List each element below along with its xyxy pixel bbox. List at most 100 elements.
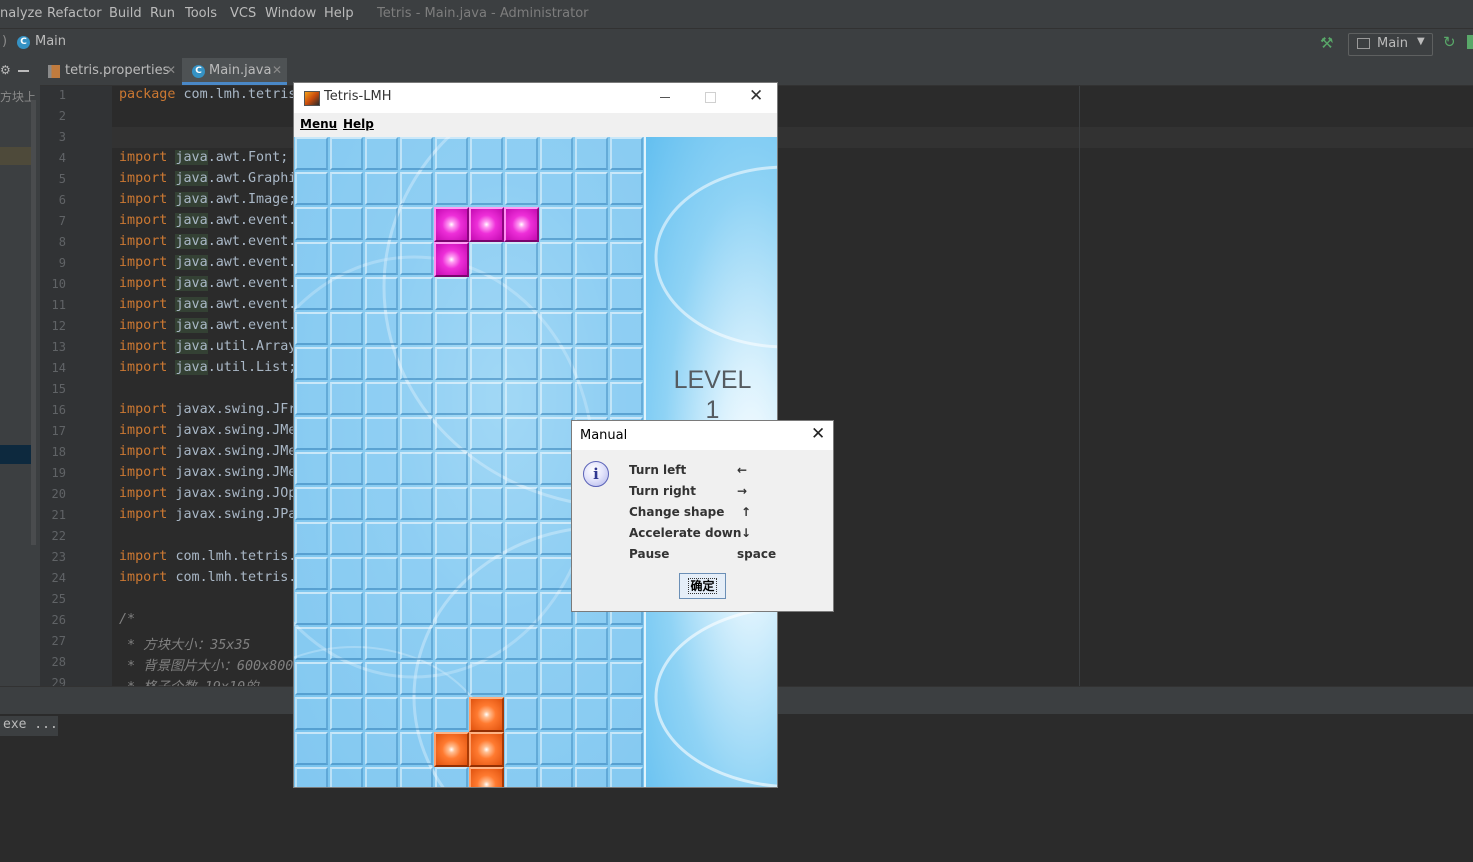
board-cell	[330, 382, 363, 415]
manual-key: ←	[737, 463, 748, 477]
board-cell	[400, 557, 433, 590]
board-cell	[365, 417, 398, 450]
board-cell	[575, 172, 608, 205]
dialog-titlebar[interactable]: Manual ✕	[572, 421, 833, 450]
board-cell	[575, 627, 608, 660]
close-icon[interactable]: ✕	[811, 424, 825, 444]
menu-refactor[interactable]: Refactor	[47, 6, 102, 21]
board-cell	[295, 452, 328, 485]
board-cell	[400, 662, 433, 695]
minimize-icon[interactable]	[18, 70, 29, 72]
manual-dialog[interactable]: Manual ✕ i Turn left ← Turn right → Chan…	[571, 420, 834, 612]
board-cell	[330, 697, 363, 730]
build-hammer-icon[interactable]: ⚒	[1320, 34, 1333, 52]
board-cell	[365, 452, 398, 485]
pink-block	[504, 207, 539, 242]
board-cell	[295, 487, 328, 520]
board-cell	[470, 662, 503, 695]
board-cell	[365, 522, 398, 555]
code-line: import javax.swing.JMe	[119, 465, 297, 480]
line-number: 19	[51, 466, 66, 480]
line-number: 3	[58, 130, 66, 144]
board-cell	[505, 557, 538, 590]
board-cell	[575, 242, 608, 275]
board-cell	[470, 277, 503, 310]
menu-help[interactable]: Help	[324, 6, 354, 21]
code-line: import com.lmh.tetris.	[119, 570, 297, 585]
run-config-dropdown[interactable]: Main ▼	[1348, 33, 1433, 56]
board-cell	[505, 347, 538, 380]
tab-tetris-properties[interactable]: tetris.properties ✕	[40, 58, 180, 85]
board-cell	[540, 172, 573, 205]
orange-block	[469, 697, 504, 732]
code-line: import java.awt.event.	[119, 213, 297, 228]
menu-tools[interactable]: Tools	[185, 6, 217, 21]
board-cell	[295, 207, 328, 240]
board-cell	[330, 207, 363, 240]
board-cell	[575, 662, 608, 695]
ok-button[interactable]: 确定	[679, 573, 726, 599]
close-icon[interactable]: ✕	[272, 63, 282, 77]
board-cell	[400, 452, 433, 485]
board-cell	[330, 522, 363, 555]
class-icon: C	[17, 36, 30, 49]
board-cell	[540, 767, 573, 787]
line-number: 1	[58, 88, 66, 102]
menu-vcs[interactable]: VCS	[230, 6, 256, 21]
board-cell	[400, 277, 433, 310]
menu-build[interactable]: Build	[109, 6, 142, 21]
board-cell	[330, 767, 363, 787]
board-cell	[470, 452, 503, 485]
menu-run[interactable]: Run	[150, 6, 175, 21]
board-cell	[505, 767, 538, 787]
board-cell	[610, 137, 643, 170]
board-cell	[295, 732, 328, 765]
project-tool-strip: ⚙ 方块上	[0, 58, 40, 686]
board-cell	[540, 697, 573, 730]
board-cell	[575, 277, 608, 310]
console-text: exe ...	[3, 717, 58, 732]
board-cell	[330, 312, 363, 345]
board-cell	[540, 662, 573, 695]
board-cell	[540, 522, 573, 555]
run-icon[interactable]	[1467, 35, 1473, 49]
board-cell	[400, 697, 433, 730]
board-cell	[435, 452, 468, 485]
menu-analyze[interactable]: nalyze	[0, 6, 42, 21]
board-cell	[365, 382, 398, 415]
board-cell	[330, 557, 363, 590]
board-cell	[295, 592, 328, 625]
board-cell	[505, 592, 538, 625]
minimize-icon[interactable]	[660, 97, 670, 98]
board-cell	[505, 487, 538, 520]
menu-window[interactable]: Window	[265, 6, 316, 21]
code-line: /*	[119, 612, 136, 627]
close-icon[interactable]: ✕	[749, 86, 763, 106]
board-cell	[435, 347, 468, 380]
board-cell	[365, 137, 398, 170]
tetris-title: Tetris-LMH	[324, 89, 392, 104]
gear-icon[interactable]: ⚙	[0, 63, 11, 77]
close-icon[interactable]: ✕	[166, 63, 176, 77]
board-cell	[575, 137, 608, 170]
board-cell	[365, 732, 398, 765]
line-number: 16	[51, 403, 66, 417]
rerun-icon[interactable]: ↻	[1443, 33, 1456, 51]
board-cell	[470, 137, 503, 170]
scrollbar[interactable]	[31, 100, 36, 545]
code-line: import com.lmh.tetris.	[119, 549, 297, 564]
board-cell	[365, 242, 398, 275]
board-cell	[330, 452, 363, 485]
tetris-titlebar[interactable]: Tetris-LMH ✕	[294, 83, 777, 113]
board-cell	[330, 172, 363, 205]
menu-menu[interactable]: Menu	[300, 117, 337, 131]
line-number: 10	[51, 277, 66, 291]
board-cell	[365, 767, 398, 787]
tab-main-java[interactable]: C Main.java ✕	[182, 58, 287, 85]
code-line: import javax.swing.JPa	[119, 507, 297, 522]
menu-help[interactable]: Help	[343, 117, 374, 131]
breadcrumb-main[interactable]: Main	[35, 34, 66, 49]
code-line: import java.awt.Image;	[119, 192, 297, 207]
board-cell	[610, 242, 643, 275]
line-number: 20	[51, 487, 66, 501]
